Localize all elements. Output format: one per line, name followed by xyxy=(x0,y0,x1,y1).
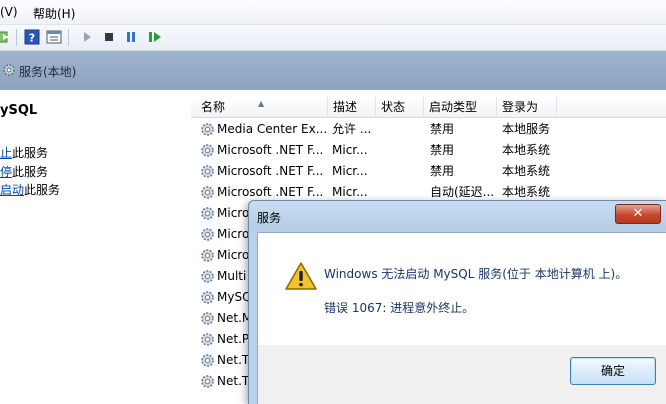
close-button[interactable]: ✕ xyxy=(615,204,661,224)
cell-startup: 禁用 xyxy=(430,143,455,157)
gear-icon xyxy=(3,64,15,76)
stop-service-icon[interactable] xyxy=(100,28,118,46)
stop-service-link[interactable]: 止 xyxy=(0,146,12,160)
dialog-title: 服务 xyxy=(257,211,282,225)
dialog-body: Windows 无法启动 MySQL 服务(位于 本地计算机 上)。 错误 10… xyxy=(257,232,666,346)
service-gear-icon xyxy=(201,207,214,220)
cell-desc: Micr... xyxy=(332,143,368,157)
sort-ascending-icon: ▲ xyxy=(258,99,265,108)
service-gear-icon xyxy=(201,249,214,262)
service-gear-icon xyxy=(201,144,214,157)
cell-desc: Micr... xyxy=(332,164,368,178)
service-gear-icon xyxy=(201,291,214,304)
cell-logon: 本地系统 xyxy=(502,143,551,157)
cell-name: Media Center Ex... xyxy=(217,122,327,136)
menu-bar: (V) 帮助(H) xyxy=(0,0,666,25)
service-gear-icon xyxy=(201,165,214,178)
action-pause: 停此服务 xyxy=(0,165,49,179)
service-gear-icon xyxy=(201,186,214,199)
cell-logon: 本地服务 xyxy=(502,122,551,136)
service-detail-pane: ySQL 止此服务 停此服务 启动此服务 xyxy=(0,90,190,403)
service-gear-icon xyxy=(201,270,214,283)
warning-icon xyxy=(285,262,317,290)
menu-help[interactable]: 帮助(H) xyxy=(33,5,75,22)
column-log-on-as[interactable]: 登录为 xyxy=(497,97,557,117)
column-status[interactable]: 状态 xyxy=(376,97,424,117)
properties-icon[interactable] xyxy=(45,28,63,46)
services-header: 服务(本地) xyxy=(0,51,666,90)
action-stop: 止此服务 xyxy=(0,146,49,160)
start-service-icon[interactable] xyxy=(78,28,96,46)
service-title: ySQL xyxy=(0,103,38,118)
error-dialog: 服务 ✕ Windows 无法启动 MySQL 服务(位于 本地计算机 上)。 … xyxy=(248,200,666,404)
cell-logon: 本地系统 xyxy=(502,164,551,178)
column-startup-type[interactable]: 启动类型 xyxy=(424,97,497,117)
service-gear-icon xyxy=(201,123,214,136)
cell-name: Microsoft .NET F... xyxy=(217,143,324,157)
column-header: ▲ 名称 描述 状态 启动类型 登录为 xyxy=(191,97,666,118)
cell-startup: 禁用 xyxy=(430,164,455,178)
service-gear-icon xyxy=(201,375,214,388)
pause-service-icon[interactable] xyxy=(122,28,140,46)
column-description[interactable]: 描述 xyxy=(328,97,376,117)
cell-desc: 允许 ... xyxy=(332,122,372,136)
table-row[interactable]: Microsoft .NET F... Micr... 禁用 本地系统 xyxy=(191,161,666,182)
back-icon[interactable] xyxy=(0,28,12,46)
cell-name: Microsoft .NET F... xyxy=(217,164,324,178)
action-restart: 启动此服务 xyxy=(0,183,61,197)
service-gear-icon xyxy=(201,333,214,346)
dialog-footer: 确定 xyxy=(257,345,666,404)
table-row[interactable]: Media Center Ex... 允许 ... 禁用 本地服务 xyxy=(191,119,666,140)
svg-text:?: ? xyxy=(29,32,35,45)
cell-startup: 禁用 xyxy=(430,122,455,136)
header-title: 服务(本地) xyxy=(19,65,77,79)
resume-service-icon[interactable] xyxy=(146,28,164,46)
toolbar: ? xyxy=(0,25,666,51)
service-gear-icon xyxy=(201,228,214,241)
ok-button[interactable]: 确定 xyxy=(570,357,656,385)
dialog-titlebar[interactable]: 服务 ✕ xyxy=(249,201,666,231)
column-name[interactable]: ▲ 名称 xyxy=(196,97,328,117)
service-gear-icon xyxy=(201,354,214,367)
restart-service-link[interactable]: 启动 xyxy=(0,183,24,197)
table-row[interactable]: Microsoft .NET F... Micr... 禁用 本地系统 xyxy=(191,140,666,161)
help-icon[interactable]: ? xyxy=(23,28,41,46)
dialog-message-line2: 错误 1067: 进程意外终止。 xyxy=(324,301,475,315)
dialog-message-line1: Windows 无法启动 MySQL 服务(位于 本地计算机 上)。 xyxy=(324,267,628,281)
pause-service-link[interactable]: 停 xyxy=(0,165,12,179)
service-gear-icon xyxy=(201,312,214,325)
menu-view[interactable]: (V) xyxy=(0,5,18,19)
